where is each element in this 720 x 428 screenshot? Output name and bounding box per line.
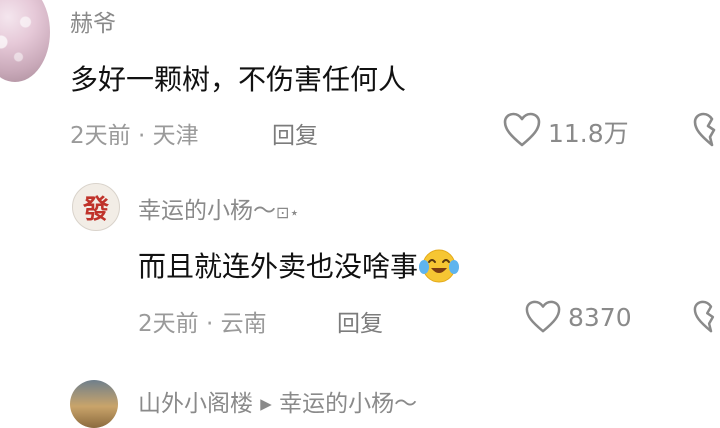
commenter-avatar[interactable] [0, 0, 50, 82]
reply-like-count: 8370 [568, 303, 632, 332]
tears-of-joy-emoji [418, 245, 460, 285]
comment-text: 多好一颗树，不伤害任何人 [70, 63, 407, 96]
heart-outline-icon [525, 300, 561, 333]
next-reply-header[interactable]: 山外小阁楼 ▸ 幸运的小杨～ [138, 384, 417, 418]
comment-meta: 2天前 · 天津 [70, 123, 199, 149]
comment-username[interactable]: 赫爷 [70, 4, 116, 38]
reply-meta: 2天前 · 云南 [138, 311, 267, 337]
comment-like-button[interactable] [502, 111, 542, 149]
reply-avatar[interactable]: 發 [72, 183, 120, 231]
reply-reply-button[interactable]: 回复 [337, 304, 383, 338]
next-reply-avatar[interactable] [70, 380, 118, 428]
heart-outline-icon [503, 112, 541, 147]
reply-like-button[interactable] [524, 299, 562, 335]
avatar-glyph: 發 [82, 194, 109, 225]
reply-username-suffix: ⊡⋆ [276, 203, 300, 222]
broken-heart-icon [693, 300, 715, 333]
reply-username[interactable]: 幸运的小杨～⊡⋆ [138, 191, 299, 225]
broken-heart-icon [693, 112, 716, 147]
comment-like-count: 11.8万 [548, 119, 629, 148]
reply-username-text: 幸运的小杨～ [138, 198, 276, 224]
reply-text: 而且就连外卖也没啥事 [138, 250, 419, 283]
reply-text-row: 而且就连外卖也没啥事 [138, 245, 460, 285]
comment-reply-button[interactable]: 回复 [272, 116, 318, 150]
comment-dislike-button[interactable] [692, 111, 720, 149]
reply-dislike-button[interactable] [692, 299, 720, 335]
